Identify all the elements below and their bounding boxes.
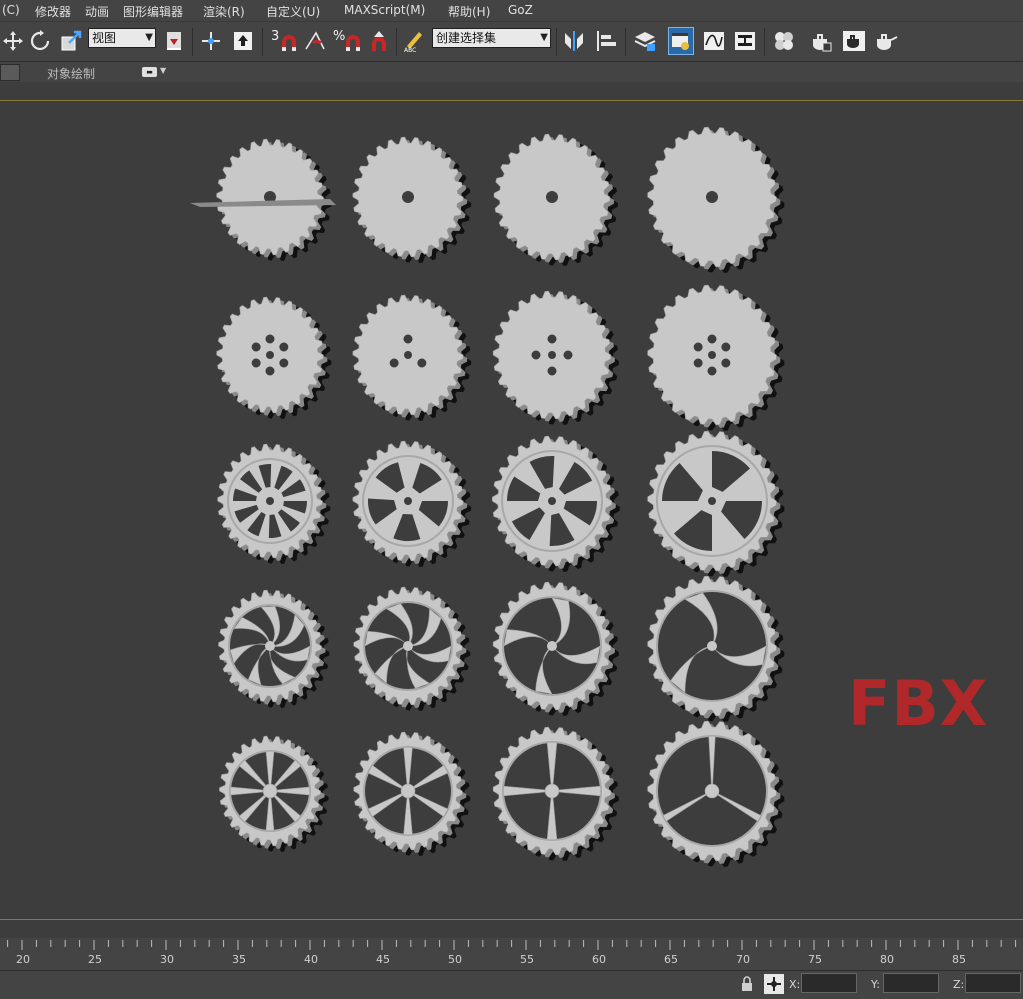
ribbon-object-paint-label[interactable]: 对象绘制 — [47, 65, 95, 82]
timeline-tick-label: 55 — [520, 953, 534, 966]
chevron-down-icon: ▼ — [540, 32, 548, 43]
chevron-down-icon[interactable]: ▼ — [160, 66, 166, 75]
render-frame-icon[interactable] — [841, 27, 867, 55]
timeline-tick-label: 80 — [880, 953, 894, 966]
toolbar-separator — [396, 28, 397, 56]
timeline-tick-label: 40 — [304, 953, 318, 966]
z-coordinate-field[interactable] — [965, 973, 1021, 993]
lock-icon[interactable] — [738, 975, 756, 993]
menu-item-maxscript[interactable]: MAXScript(M) — [344, 3, 425, 17]
chevron-down-icon: ▼ — [145, 32, 153, 43]
ribbon-options-icon[interactable]: ▬ — [142, 67, 157, 77]
z-coordinate-label: Z: — [953, 978, 965, 991]
timeline-tick-label: 70 — [736, 953, 750, 966]
gear-model[interactable] — [647, 720, 785, 867]
gear-model[interactable] — [218, 589, 330, 708]
ribbon-strip: 对象绘制 ▬ ▼ — [0, 61, 1023, 82]
gear-model[interactable] — [492, 726, 619, 861]
timeline-tick-label: 20 — [16, 953, 30, 966]
select-and-place-icon[interactable] — [230, 27, 256, 55]
angle-snap-icon[interactable] — [302, 27, 328, 55]
menu-bar: (C) 修改器 动画 图形编辑器 渲染(R) 自定义(U) MAXScript(… — [0, 0, 1023, 21]
pivot-icon[interactable] — [161, 27, 187, 55]
menu-item-help[interactable]: 帮助(H) — [448, 3, 490, 20]
menu-item-customize[interactable]: 自定义(U) — [266, 3, 320, 20]
scale-icon[interactable] — [58, 27, 84, 55]
gear-model[interactable] — [217, 443, 331, 564]
curve-editor-icon[interactable] — [701, 27, 727, 55]
align-icon[interactable] — [594, 27, 620, 55]
toolbar-separator — [262, 28, 263, 56]
toolbar-separator — [625, 28, 626, 56]
timeline-ticks — [7, 940, 1017, 950]
timeline-ruler[interactable]: 20 25 30 35 40 45 50 55 60 65 70 75 80 85 — [0, 938, 1023, 970]
gear-model[interactable] — [216, 296, 332, 419]
gear-model[interactable] — [352, 136, 472, 263]
render-production-icon[interactable] — [873, 27, 899, 55]
timeline-tick-label: 35 — [232, 953, 246, 966]
main-toolbar: 视图 ▼ 3 % ABC 创建选择集 ▼ — [0, 21, 1023, 61]
edit-named-sets-icon[interactable]: ABC — [401, 27, 427, 55]
schematic-view-icon[interactable] — [732, 27, 758, 55]
gear-models-scene[interactable] — [0, 101, 1023, 921]
y-coordinate-label: Y: — [871, 978, 880, 991]
y-coordinate-field[interactable] — [883, 973, 939, 993]
timeline-tick-label: 85 — [952, 953, 966, 966]
toolbar-separator — [192, 28, 193, 56]
svg-text:ABC: ABC — [404, 47, 416, 53]
menu-item-c[interactable]: (C) — [2, 3, 20, 17]
percent-snap-icon[interactable] — [340, 27, 366, 55]
timeline-tick-label: 60 — [592, 953, 606, 966]
timeline-tick-label: 50 — [448, 953, 462, 966]
menu-item-modifiers[interactable]: 修改器 — [35, 3, 71, 20]
menu-item-goz[interactable]: GoZ — [508, 3, 533, 17]
material-editor-icon[interactable] — [771, 27, 797, 55]
3dsmax-window: (C) 修改器 动画 图形编辑器 渲染(R) 自定义(U) MAXScript(… — [0, 0, 1023, 999]
move-icon[interactable] — [0, 27, 26, 55]
gear-model[interactable] — [352, 440, 472, 567]
gear-model[interactable] — [647, 284, 785, 431]
reference-coordinate-value: 视图 — [92, 31, 117, 45]
manipulate-icon[interactable] — [198, 27, 224, 55]
perspective-viewport[interactable]: FBX — [0, 100, 1023, 920]
status-bar: X: Y: Z: — [0, 970, 1023, 999]
gear-model[interactable] — [493, 133, 618, 266]
timeline-tick-label: 65 — [664, 953, 678, 966]
timeline-tick-label: 30 — [160, 953, 174, 966]
named-selection-set-value: 创建选择集 — [436, 31, 497, 45]
x-coordinate-label: X: — [789, 978, 801, 991]
spinner-snap-icon[interactable] — [366, 27, 392, 55]
gear-model[interactable] — [353, 586, 471, 711]
scene-explorer-icon[interactable] — [668, 27, 694, 55]
toolbar-separator — [556, 28, 557, 56]
gear-model[interactable] — [352, 294, 472, 421]
mirror-icon[interactable] — [561, 27, 587, 55]
x-coordinate-field[interactable] — [801, 973, 857, 993]
snap-icon[interactable] — [276, 27, 302, 55]
ribbon-toggle-button[interactable] — [0, 64, 20, 81]
reference-coordinate-dropdown[interactable]: 视图 ▼ — [88, 28, 156, 48]
toolbar-separator — [764, 28, 765, 56]
menu-item-animation[interactable]: 动画 — [85, 3, 109, 20]
gear-model[interactable] — [647, 126, 785, 273]
menu-item-graph-editors[interactable]: 图形编辑器 — [123, 3, 183, 20]
gear-model[interactable] — [492, 290, 619, 425]
gear-model[interactable] — [492, 581, 619, 716]
absolute-mode-icon[interactable] — [764, 974, 784, 994]
timeline-tick-label: 25 — [88, 953, 102, 966]
menu-item-rendering[interactable]: 渲染(R) — [203, 3, 245, 20]
timeline-tick-label: 75 — [808, 953, 822, 966]
gear-model[interactable] — [647, 430, 785, 577]
fbx-watermark: FBX — [848, 667, 989, 740]
gear-model[interactable] — [647, 575, 785, 722]
layer-manager-icon[interactable] — [632, 27, 658, 55]
named-selection-set-dropdown[interactable]: 创建选择集 ▼ — [432, 28, 551, 48]
gear-model[interactable] — [353, 731, 471, 856]
timeline-tick-label: 45 — [376, 953, 390, 966]
gear-model[interactable] — [219, 735, 329, 852]
gear-model[interactable] — [491, 435, 620, 572]
render-setup-icon[interactable] — [808, 27, 834, 55]
rotate-icon[interactable] — [27, 27, 53, 55]
